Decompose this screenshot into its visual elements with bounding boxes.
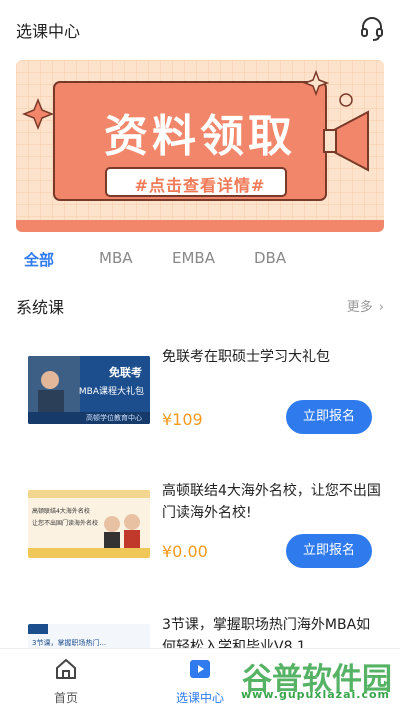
watermark-url: www.gupuxlazai.com xyxy=(241,688,390,701)
nav-course-center[interactable]: 选课中心 xyxy=(160,657,240,706)
play-icon xyxy=(190,660,210,678)
course-price: ¥109 xyxy=(162,410,203,429)
nav-home[interactable]: 首页 xyxy=(26,657,106,706)
banner-headline: 资料领取 xyxy=(104,111,296,162)
nav-home-label: 首页 xyxy=(53,691,78,705)
more-label: 更多 xyxy=(346,300,373,315)
course-title: 高顿联结4大海外名校，让您不出国门读海外名校! xyxy=(162,483,381,521)
tab-all[interactable]: 全部 xyxy=(24,249,54,270)
section-header: 系统课 更多 › xyxy=(0,288,400,324)
course-thumbnail: 3节课，掌握职场热门... xyxy=(28,624,150,648)
course-thumbnail: 高顿联结4大海外名校 让您不出国门读海外名校 xyxy=(28,490,150,558)
thumb-line1: 3节课，掌握职场热门... xyxy=(32,639,107,647)
more-link[interactable]: 更多 › xyxy=(347,296,384,315)
course-title: 3节课，掌握职场热门海外MBA如何轻松入学和毕业V8.1 xyxy=(162,617,371,648)
category-tabs: 全部 MBA EMBA DBA xyxy=(0,240,400,276)
tab-emba[interactable]: EMBA xyxy=(172,249,215,267)
nav-course-center-label: 选课中心 xyxy=(175,691,224,705)
promo-banner[interactable]: 资料领取 #点击查看详情# xyxy=(16,60,384,232)
thumb-line2: MBA课程大礼包 xyxy=(78,387,144,397)
banner-subtext: #点击查看详情# xyxy=(134,176,266,195)
home-icon xyxy=(56,659,76,679)
signup-button[interactable]: 立即报名 xyxy=(286,400,372,434)
course-price: ¥0.00 xyxy=(162,542,208,561)
course-thumbnail: 免联考 MBA课程大礼包 高顿学位教育中心 xyxy=(28,356,150,424)
chevron-right-icon: › xyxy=(378,300,384,315)
course-card[interactable]: 免联考 MBA课程大礼包 高顿学位教育中心 免联考在职硕士学习大礼包 ¥109 … xyxy=(0,336,400,446)
thumb-footer: 高顿学位教育中心 xyxy=(86,414,142,422)
thumb-line1: 高顿联结4大海外名校 xyxy=(32,508,90,515)
header: 选课中心 xyxy=(0,0,400,58)
course-card[interactable]: 高顿联结4大海外名校 让您不出国门读海外名校 高顿联结4大海外名校，让您不出国门… xyxy=(0,472,400,582)
tab-mba[interactable]: MBA xyxy=(99,249,133,267)
course-card[interactable]: 3节课，掌握职场热门... 3节课，掌握职场热门海外MBA如何轻松入学和毕业V8… xyxy=(0,608,400,648)
page-title: 选课中心 xyxy=(16,22,81,41)
headset-icon[interactable] xyxy=(360,16,384,42)
course-title: 免联考在职硕士学习大礼包 xyxy=(162,349,330,365)
thumb-line2: 让您不出国门读海外名校 xyxy=(32,520,99,527)
section-title: 系统课 xyxy=(16,298,65,317)
signup-button[interactable]: 立即报名 xyxy=(286,534,372,568)
tab-dba[interactable]: DBA xyxy=(254,249,286,267)
thumb-line1: 免联考 xyxy=(109,366,142,379)
